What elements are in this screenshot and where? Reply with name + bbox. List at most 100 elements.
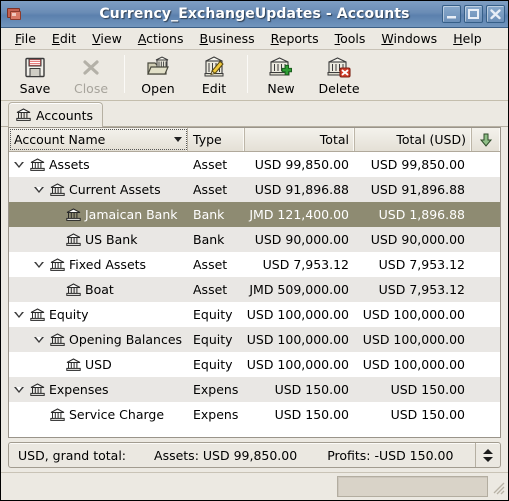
cell-total: USD 99,850.00 bbox=[254, 157, 349, 172]
cell-total: JMD 121,400.00 bbox=[249, 207, 349, 222]
save-floppy-icon bbox=[22, 56, 48, 80]
tab-label: Accounts bbox=[36, 107, 93, 123]
cell-total: USD 150.00 bbox=[274, 382, 349, 397]
menu-reports[interactable]: Reports bbox=[263, 29, 327, 48]
summary-spinner[interactable] bbox=[475, 443, 500, 467]
cell-type: Equity bbox=[193, 307, 233, 322]
spinner-up-icon bbox=[483, 448, 493, 454]
cell-total: USD 150.00 bbox=[274, 407, 349, 422]
tree-expander-icon[interactable] bbox=[13, 383, 26, 396]
tree-expander-icon[interactable] bbox=[13, 308, 26, 321]
cell-total: USD 91,896.88 bbox=[254, 182, 349, 197]
account-name-label: Equity bbox=[49, 307, 89, 322]
tab-accounts[interactable]: Accounts bbox=[8, 102, 103, 127]
bank-icon bbox=[50, 332, 65, 347]
menu-view[interactable]: View bbox=[84, 29, 130, 48]
close-label: Close bbox=[73, 81, 109, 96]
cell-total: USD 100,000.00 bbox=[246, 307, 349, 322]
table-row[interactable]: Opening Balances Equity USD 100,000.00 USD … bbox=[9, 327, 500, 352]
save-label: Save bbox=[19, 81, 51, 96]
toolbar-separator-1 bbox=[124, 55, 125, 93]
account-name-label: Opening Balances bbox=[69, 332, 183, 347]
account-name-label: US Bank bbox=[85, 232, 138, 247]
new-button[interactable]: New bbox=[253, 53, 309, 99]
summary-bar-wrapper: USD, grand total: Assets: USD 99,850.00 … bbox=[1, 438, 508, 472]
tree-expander-icon[interactable] bbox=[33, 183, 46, 196]
resize-grip-icon[interactable] bbox=[491, 477, 506, 497]
cell-account-name: Assets bbox=[9, 157, 188, 172]
column-header-account-name[interactable]: Account Name bbox=[9, 128, 188, 151]
summary-assets: Assets: USD 99,850.00 bbox=[154, 447, 298, 463]
cell-total: USD 100,000.00 bbox=[246, 332, 349, 347]
maximize-button[interactable] bbox=[464, 5, 483, 23]
bank-icon bbox=[66, 232, 81, 247]
cell-type: Asset bbox=[193, 182, 228, 197]
bank-icon bbox=[30, 157, 45, 172]
menu-file[interactable]: File bbox=[7, 29, 44, 48]
toolbar-separator-2 bbox=[247, 55, 248, 93]
column-header-total-usd-label: Total (USD) bbox=[396, 132, 466, 147]
close-button-toolbar: Close bbox=[63, 53, 119, 99]
cell-account-name: US Bank bbox=[9, 232, 188, 247]
column-options-button[interactable] bbox=[472, 128, 500, 151]
application-window: Currency_ExchangeUpdates - Accounts File… bbox=[0, 0, 509, 501]
cell-total-usd: USD 100,000.00 bbox=[362, 332, 465, 347]
column-header-total-usd[interactable]: Total (USD) bbox=[355, 128, 472, 151]
cell-account-name: Equity bbox=[9, 307, 188, 322]
title-bar[interactable]: Currency_ExchangeUpdates - Accounts bbox=[1, 1, 508, 28]
menu-help[interactable]: Help bbox=[445, 29, 490, 48]
cell-total: USD 100,000.00 bbox=[246, 357, 349, 372]
cell-total-usd: USD 1,896.88 bbox=[378, 207, 465, 222]
menu-business[interactable]: Business bbox=[192, 29, 263, 48]
menu-windows[interactable]: Windows bbox=[373, 29, 445, 48]
table-row[interactable]: Expenses Expens USD 150.00 USD 150.00 bbox=[9, 377, 500, 402]
column-options-icon bbox=[479, 133, 493, 147]
tree-expander-icon[interactable] bbox=[13, 158, 26, 171]
table-row[interactable]: Equity Equity USD 100,000.00 USD 100,000.00 bbox=[9, 302, 500, 327]
tree-expander-icon[interactable] bbox=[33, 258, 46, 271]
save-button[interactable]: Save bbox=[7, 53, 63, 99]
cell-type: Expens bbox=[193, 407, 239, 422]
column-header-type[interactable]: Type bbox=[188, 128, 245, 151]
bank-icon bbox=[16, 108, 31, 122]
cell-type: Equity bbox=[193, 357, 233, 372]
table-row[interactable]: Boat Asset JMD 509,000.00 USD 7,953.12 bbox=[9, 277, 500, 302]
menu-edit[interactable]: Edit bbox=[44, 29, 84, 48]
table-row[interactable]: Service Charge Expens USD 150.00 USD 150.00 bbox=[9, 402, 500, 427]
menu-bar: File Edit View Actions Business Reports … bbox=[1, 28, 508, 50]
delete-button[interactable]: Delete bbox=[309, 53, 369, 99]
table-row[interactable]: US Bank Bank USD 90,000.00 USD 90,000.00 bbox=[9, 227, 500, 252]
menu-tools[interactable]: Tools bbox=[327, 29, 374, 48]
table-row[interactable]: Current Assets Asset USD 91,896.88 USD 91,8… bbox=[9, 177, 500, 202]
account-name-label: Jamaican Bank bbox=[85, 207, 178, 222]
bank-icon bbox=[50, 257, 65, 272]
cell-type: Equity bbox=[193, 332, 233, 347]
cell-account-name: Fixed Assets bbox=[9, 257, 188, 272]
cell-type: Asset bbox=[193, 157, 228, 172]
table-row[interactable]: Fixed Assets Asset USD 7,953.12 USD 7,953.1… bbox=[9, 252, 500, 277]
tree-expander-placeholder bbox=[49, 358, 62, 371]
edit-button[interactable]: Edit bbox=[186, 53, 242, 99]
minimize-button[interactable] bbox=[442, 5, 461, 23]
cell-account-name: Service Charge bbox=[9, 407, 188, 422]
account-name-label: Expenses bbox=[49, 382, 109, 397]
cell-total-usd: USD 90,000.00 bbox=[370, 232, 465, 247]
table-row[interactable]: USD Equity USD 100,000.00 USD 100,000.00 bbox=[9, 352, 500, 377]
bank-icon bbox=[50, 182, 65, 197]
delete-label: Delete bbox=[318, 81, 360, 96]
open-button[interactable]: Open bbox=[130, 53, 186, 99]
cell-type: Asset bbox=[193, 282, 228, 297]
delete-x-icon bbox=[326, 56, 352, 80]
table-row[interactable]: Jamaican Bank Bank JMD 121,400.00 USD 1,896… bbox=[9, 202, 500, 227]
tree-expander-icon[interactable] bbox=[33, 333, 46, 346]
cell-account-name: USD bbox=[9, 357, 188, 372]
menu-actions[interactable]: Actions bbox=[130, 29, 192, 48]
cell-total: USD 7,953.12 bbox=[262, 257, 349, 272]
account-name-label: Boat bbox=[85, 282, 114, 297]
close-x-icon bbox=[78, 56, 104, 80]
close-button[interactable] bbox=[486, 5, 505, 23]
account-name-label: USD bbox=[85, 357, 112, 372]
column-header-total[interactable]: Total bbox=[245, 128, 355, 151]
table-body: Assets Asset USD 99,850.00 USD 99,850.00 Cur… bbox=[9, 152, 500, 437]
table-row[interactable]: Assets Asset USD 99,850.00 USD 99,850.00 bbox=[9, 152, 500, 177]
